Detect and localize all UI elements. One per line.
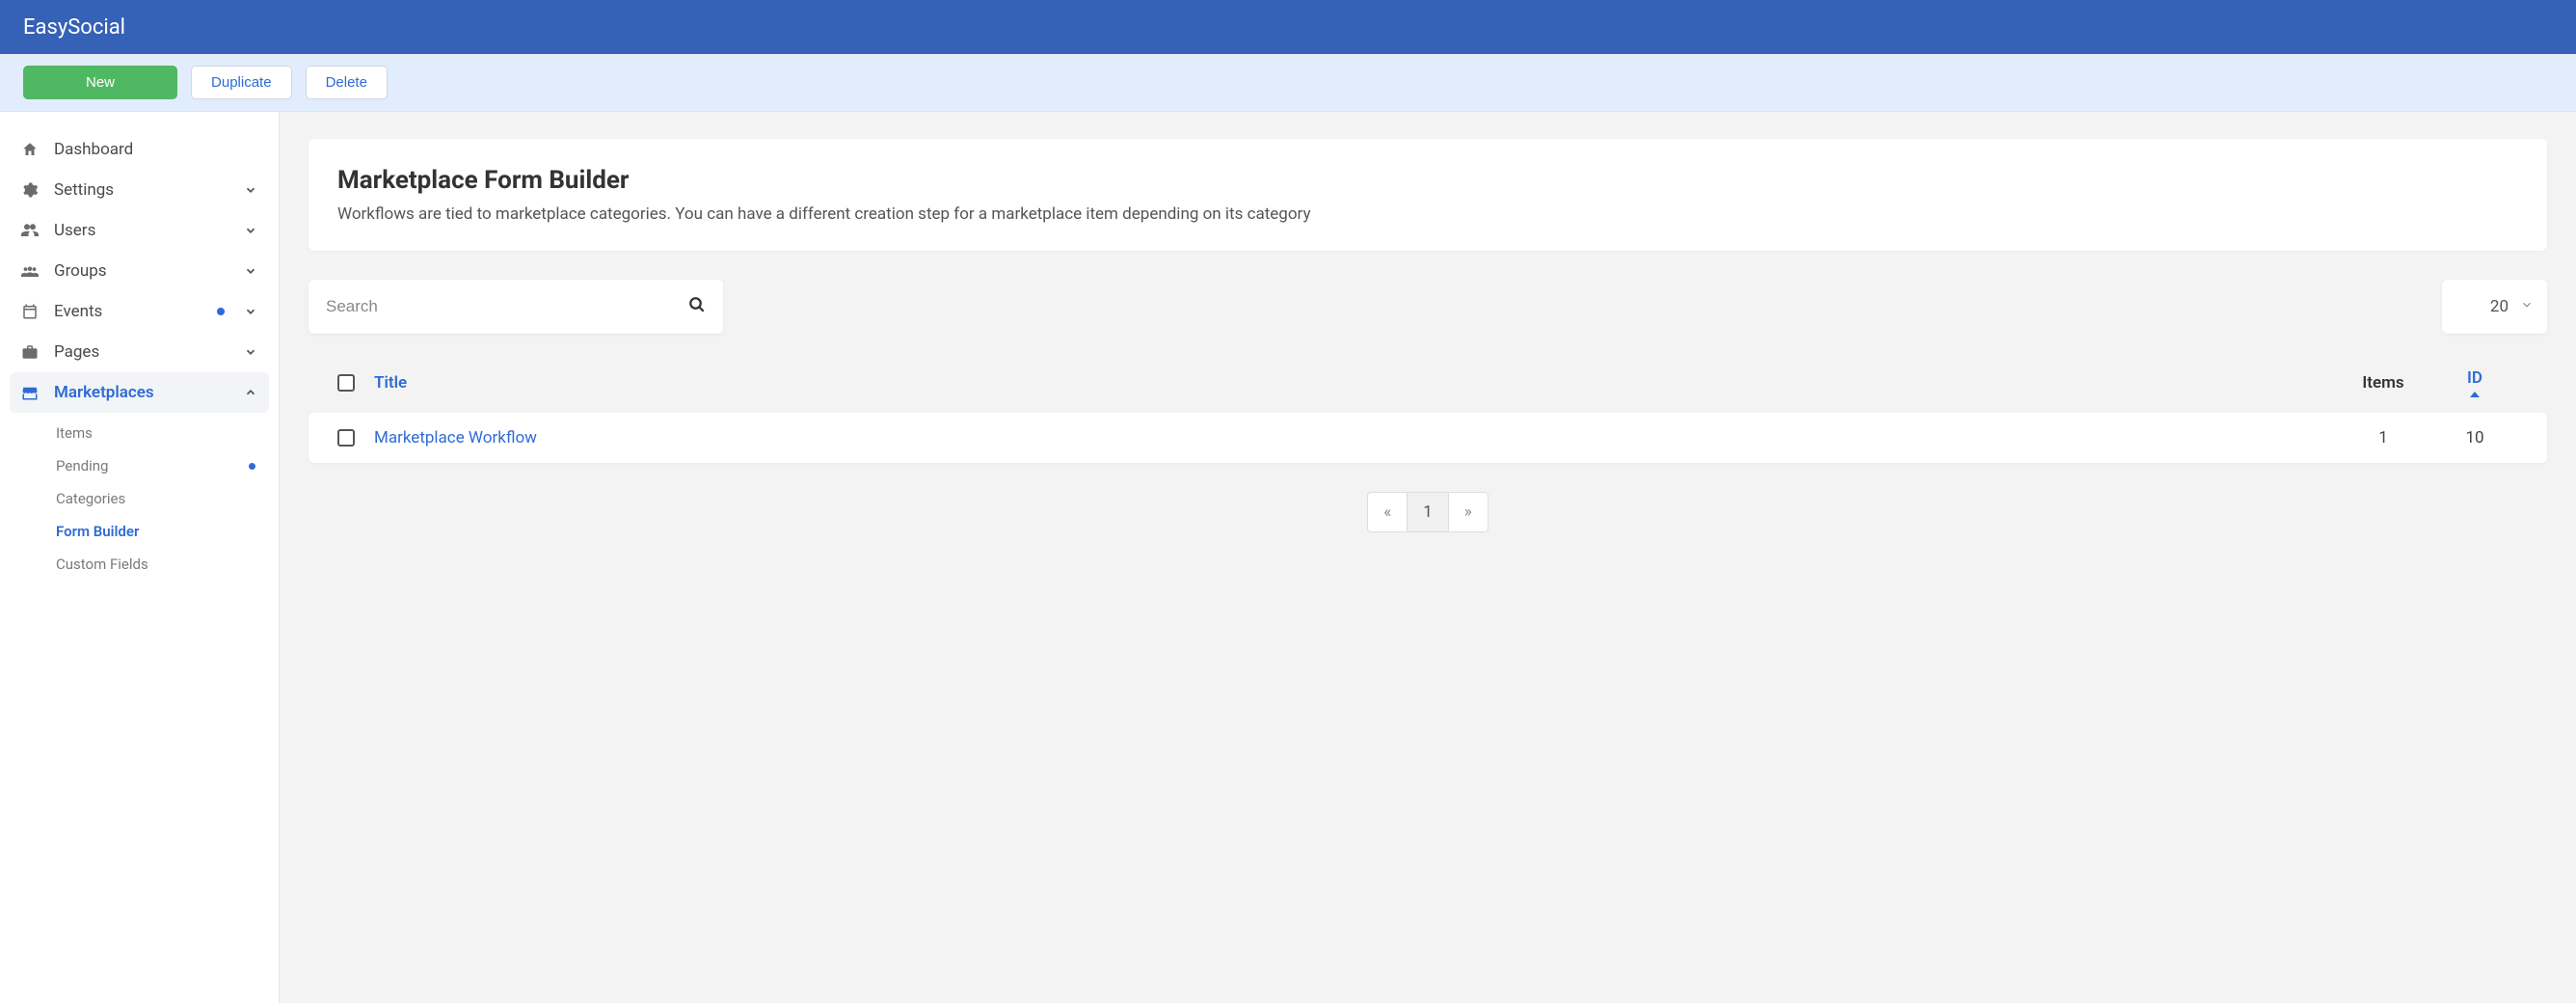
sidebar-item-label: Events [54, 302, 203, 321]
sidebar-item-label: Pages [54, 342, 228, 362]
controls-row: 20 [309, 280, 2547, 334]
page-title: Marketplace Form Builder [337, 166, 2518, 195]
column-header-title[interactable]: Title [374, 373, 2335, 393]
page-current[interactable]: 1 [1408, 493, 1449, 531]
briefcase-icon [19, 341, 40, 363]
page-prev[interactable]: « [1368, 493, 1408, 531]
sidebar-item-label: Settings [54, 180, 228, 200]
duplicate-button[interactable]: Duplicate [191, 66, 292, 99]
row-items-value: 1 [2335, 428, 2431, 447]
column-header-id-label: ID [2467, 368, 2482, 388]
chevron-down-icon [242, 343, 259, 361]
sidebar-item-users[interactable]: Users [10, 210, 269, 251]
calendar-icon [19, 301, 40, 322]
sidebar-item-pages[interactable]: Pages [10, 332, 269, 372]
chevron-down-icon [242, 222, 259, 239]
pagesize-select[interactable]: 20 [2442, 280, 2547, 334]
sidebar-item-label: Marketplaces [54, 383, 228, 402]
subnav-categories[interactable]: Categories [48, 482, 269, 515]
sidebar-item-dashboard[interactable]: Dashboard [10, 129, 269, 170]
sidebar-item-label: Groups [54, 261, 228, 281]
select-all-checkbox[interactable] [337, 374, 355, 392]
subnav-label: Form Builder [56, 523, 261, 540]
sidebar-item-label: Users [54, 221, 228, 240]
column-header-items[interactable]: Items [2335, 373, 2431, 393]
sidebar: Dashboard Settings Users Groups [0, 112, 280, 1003]
group-icon [19, 260, 40, 282]
search-icon[interactable] [688, 296, 706, 317]
subnav-label: Categories [56, 490, 261, 507]
chevron-down-icon [242, 303, 259, 320]
column-header-id[interactable]: ID [2431, 368, 2518, 397]
store-icon [19, 382, 40, 403]
delete-button[interactable]: Delete [306, 66, 388, 99]
brand-title: EasySocial [23, 15, 125, 40]
table-row: Marketplace Workflow 1 10 [309, 413, 2547, 463]
row-id-value: 10 [2431, 428, 2518, 447]
notification-dot [217, 308, 225, 315]
search-wrap [309, 280, 723, 334]
subnav-form-builder[interactable]: Form Builder [48, 515, 269, 548]
subnav-pending[interactable]: Pending [48, 449, 269, 482]
sort-asc-icon [2470, 392, 2480, 397]
chevron-up-icon [242, 384, 259, 401]
cogs-icon [19, 179, 40, 201]
pagination: « 1 » [309, 492, 2547, 532]
subnav-label: Items [56, 424, 261, 442]
sidebar-item-marketplaces[interactable]: Marketplaces [10, 372, 269, 413]
row-checkbox[interactable] [337, 429, 355, 447]
pagesize-value: 20 [2490, 297, 2509, 316]
home-icon [19, 139, 40, 160]
notification-dot [249, 463, 255, 470]
page-description: Workflows are tied to marketplace catego… [337, 204, 2518, 224]
subnav-items[interactable]: Items [48, 417, 269, 449]
page-header-card: Marketplace Form Builder Workflows are t… [309, 139, 2547, 251]
sidebar-item-label: Dashboard [54, 140, 259, 159]
subnav-custom-fields[interactable]: Custom Fields [48, 548, 269, 581]
search-input[interactable] [309, 280, 723, 334]
sidebar-item-events[interactable]: Events [10, 291, 269, 332]
chevron-down-icon [242, 181, 259, 199]
new-button[interactable]: New [23, 66, 177, 99]
main-content: Marketplace Form Builder Workflows are t… [280, 112, 2576, 1003]
toolbar: New Duplicate Delete [0, 54, 2576, 112]
marketplaces-subnav: Items Pending Categories Form Builder Cu… [10, 413, 269, 584]
subnav-label: Pending [56, 457, 249, 474]
chevron-down-icon [242, 262, 259, 280]
chevron-down-icon [2520, 297, 2534, 316]
sidebar-item-settings[interactable]: Settings [10, 170, 269, 210]
sidebar-item-groups[interactable]: Groups [10, 251, 269, 291]
users-icon [19, 220, 40, 241]
top-header: EasySocial [0, 0, 2576, 54]
table-header: Title Items ID [309, 353, 2547, 413]
page-next[interactable]: » [1449, 493, 1488, 531]
subnav-label: Custom Fields [56, 556, 261, 573]
row-title-link[interactable]: Marketplace Workflow [374, 428, 537, 447]
